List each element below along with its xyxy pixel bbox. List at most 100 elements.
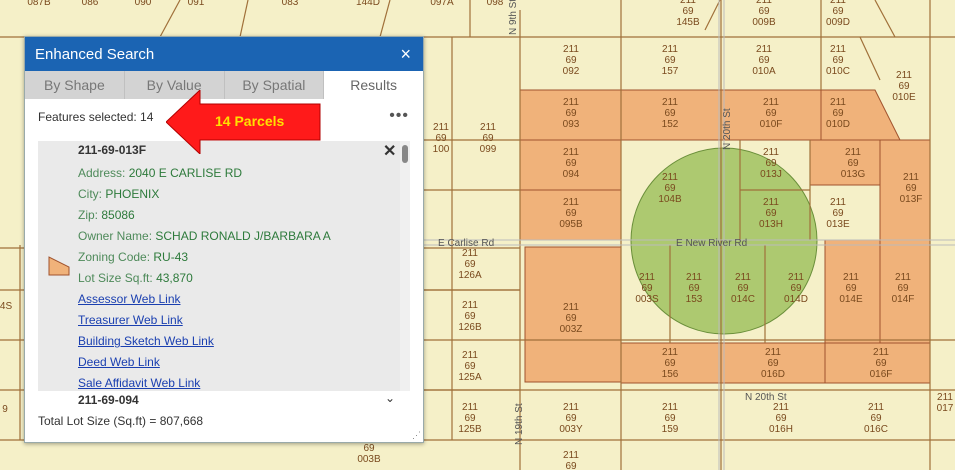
- field-label: Lot Size Sq.ft:: [78, 271, 153, 285]
- parcel-label: 69: [565, 313, 577, 324]
- parcel-label: 093: [563, 119, 580, 130]
- field-value: SCHAD RONALD J/BARBARA A: [155, 229, 331, 243]
- parcel-label: 003B: [357, 454, 381, 465]
- close-icon[interactable]: ×: [400, 44, 411, 65]
- street-label-20th: N 20th St: [722, 108, 733, 150]
- parcel-label: 211: [895, 272, 911, 283]
- parcel-label: 159: [662, 424, 679, 435]
- deed-web-link[interactable]: Deed Web Link: [78, 352, 331, 373]
- parcel-label: 013H: [759, 219, 783, 230]
- parcel-label: 016F: [870, 369, 893, 380]
- record-address: Address: 2040 E CARLISE RD: [78, 163, 331, 184]
- parcel-label: 69: [565, 208, 577, 219]
- resize-grip-icon[interactable]: ⋰: [412, 430, 421, 441]
- parcel-label: 69: [847, 158, 859, 169]
- parcel-label: 69: [435, 133, 447, 144]
- parcel-label: 69: [565, 158, 577, 169]
- parcel-label: 69: [464, 413, 476, 424]
- parcel-label: 125B: [458, 424, 482, 435]
- parcel-label: 211: [873, 347, 889, 358]
- parcel-label: 211: [563, 402, 579, 413]
- parcel-label: 211: [903, 172, 919, 183]
- parcel-label: 092: [563, 66, 580, 77]
- parcel-label: 211: [686, 272, 702, 283]
- treasurer-web-link[interactable]: Treasurer Web Link: [78, 310, 331, 331]
- parcel-label: 211: [639, 272, 655, 283]
- fragment-label: 090: [135, 0, 152, 8]
- parcel-label: 211: [830, 44, 846, 55]
- parcel-label: 69: [845, 283, 857, 294]
- fragment-label: 211: [937, 392, 953, 403]
- parcel-label: 003Z: [560, 324, 583, 335]
- fragment-label: 086: [82, 0, 99, 8]
- parcel-label: 010C: [826, 66, 850, 77]
- parcel-label: 211: [662, 172, 678, 183]
- field-value: 2040 E CARLISE RD: [128, 166, 243, 180]
- fragment-label: 4S: [0, 301, 12, 312]
- parcel-label: 69: [898, 81, 910, 92]
- parcel-label: 69: [664, 108, 676, 119]
- parcel-label: 211: [735, 272, 751, 283]
- parcel-label: 211: [462, 248, 478, 259]
- parcel-label: 69: [897, 283, 909, 294]
- field-value: 85086: [101, 208, 135, 222]
- parcel-label: 095B: [559, 219, 583, 230]
- parcel-label: 69: [758, 55, 770, 66]
- parcel-label: 69: [905, 183, 917, 194]
- parcel-label: 016C: [864, 424, 888, 435]
- parcel-label: 69: [832, 6, 844, 17]
- parcel-polygon-icon: [48, 256, 70, 276]
- record-lot-size: Lot Size Sq.ft: 43,870: [78, 268, 331, 289]
- tab-results[interactable]: Results: [324, 71, 423, 99]
- remove-record-icon[interactable]: ✕: [383, 141, 396, 161]
- parcel-label: 69: [464, 311, 476, 322]
- parcel-label: 126B: [458, 322, 482, 333]
- record-city: City: PHOENIX: [78, 184, 331, 205]
- parcel-label: 211: [462, 350, 478, 361]
- parcel-label: 100: [433, 144, 450, 155]
- result-list[interactable]: 211-69-013F Address: 2040 E CARLISE RD C…: [38, 141, 410, 391]
- parcel-label: 69: [464, 259, 476, 270]
- result-record: 211-69-013F Address: 2040 E CARLISE RD C…: [78, 143, 331, 391]
- parcel-label: 211: [563, 302, 579, 313]
- chevron-down-icon[interactable]: ⌄: [385, 391, 395, 405]
- fragment-label: 097A: [430, 0, 454, 8]
- parcel-label: 211: [563, 197, 579, 208]
- parcel-label: 69: [688, 283, 700, 294]
- more-options-icon[interactable]: •••: [389, 107, 409, 125]
- parcel-label: 157: [662, 66, 679, 77]
- parcel-label: 69: [664, 183, 676, 194]
- parcel-label: 69: [565, 461, 577, 470]
- parcel-label: 003Y: [559, 424, 583, 435]
- result-scrollbar[interactable]: [400, 141, 410, 391]
- parcel-label: 211: [868, 402, 884, 413]
- parcel-label: 211: [763, 97, 779, 108]
- parcel-label: 013F: [900, 194, 923, 205]
- parcel-label: 094: [563, 169, 580, 180]
- building-sketch-web-link[interactable]: Building Sketch Web Link: [78, 331, 331, 352]
- parcel-label: 013J: [760, 169, 782, 180]
- parcel-label: 009D: [826, 17, 850, 28]
- sale-affidavit-web-link[interactable]: Sale Affidavit Web Link: [78, 373, 331, 391]
- parcel-label: 211: [765, 347, 781, 358]
- fragment-label: 9: [2, 404, 8, 415]
- scroll-thumb[interactable]: [402, 145, 408, 163]
- parcel-label: 69: [641, 283, 653, 294]
- field-label: City:: [78, 187, 102, 201]
- parcel-label: 156: [662, 369, 679, 380]
- parcel-label: 69: [875, 358, 887, 369]
- tab-by-shape[interactable]: By Shape: [25, 71, 125, 99]
- next-record-parcel-id[interactable]: 211-69-094: [78, 393, 139, 407]
- parcel-label: 211: [480, 122, 496, 133]
- parcel-label: 69: [482, 133, 494, 144]
- parcel-label: 010E: [892, 92, 916, 103]
- parcel-label: 009B: [752, 17, 776, 28]
- parcel-label: 104B: [658, 194, 682, 205]
- parcel-label: 016D: [761, 369, 785, 380]
- parcel-label: 152: [662, 119, 679, 130]
- fragment-label: 091: [188, 0, 205, 8]
- assessor-web-link[interactable]: Assessor Web Link: [78, 289, 331, 310]
- street-label-9th: N 9th St: [508, 0, 519, 35]
- parcel-label: 013E: [826, 219, 850, 230]
- fragment-label: 144D: [356, 0, 380, 8]
